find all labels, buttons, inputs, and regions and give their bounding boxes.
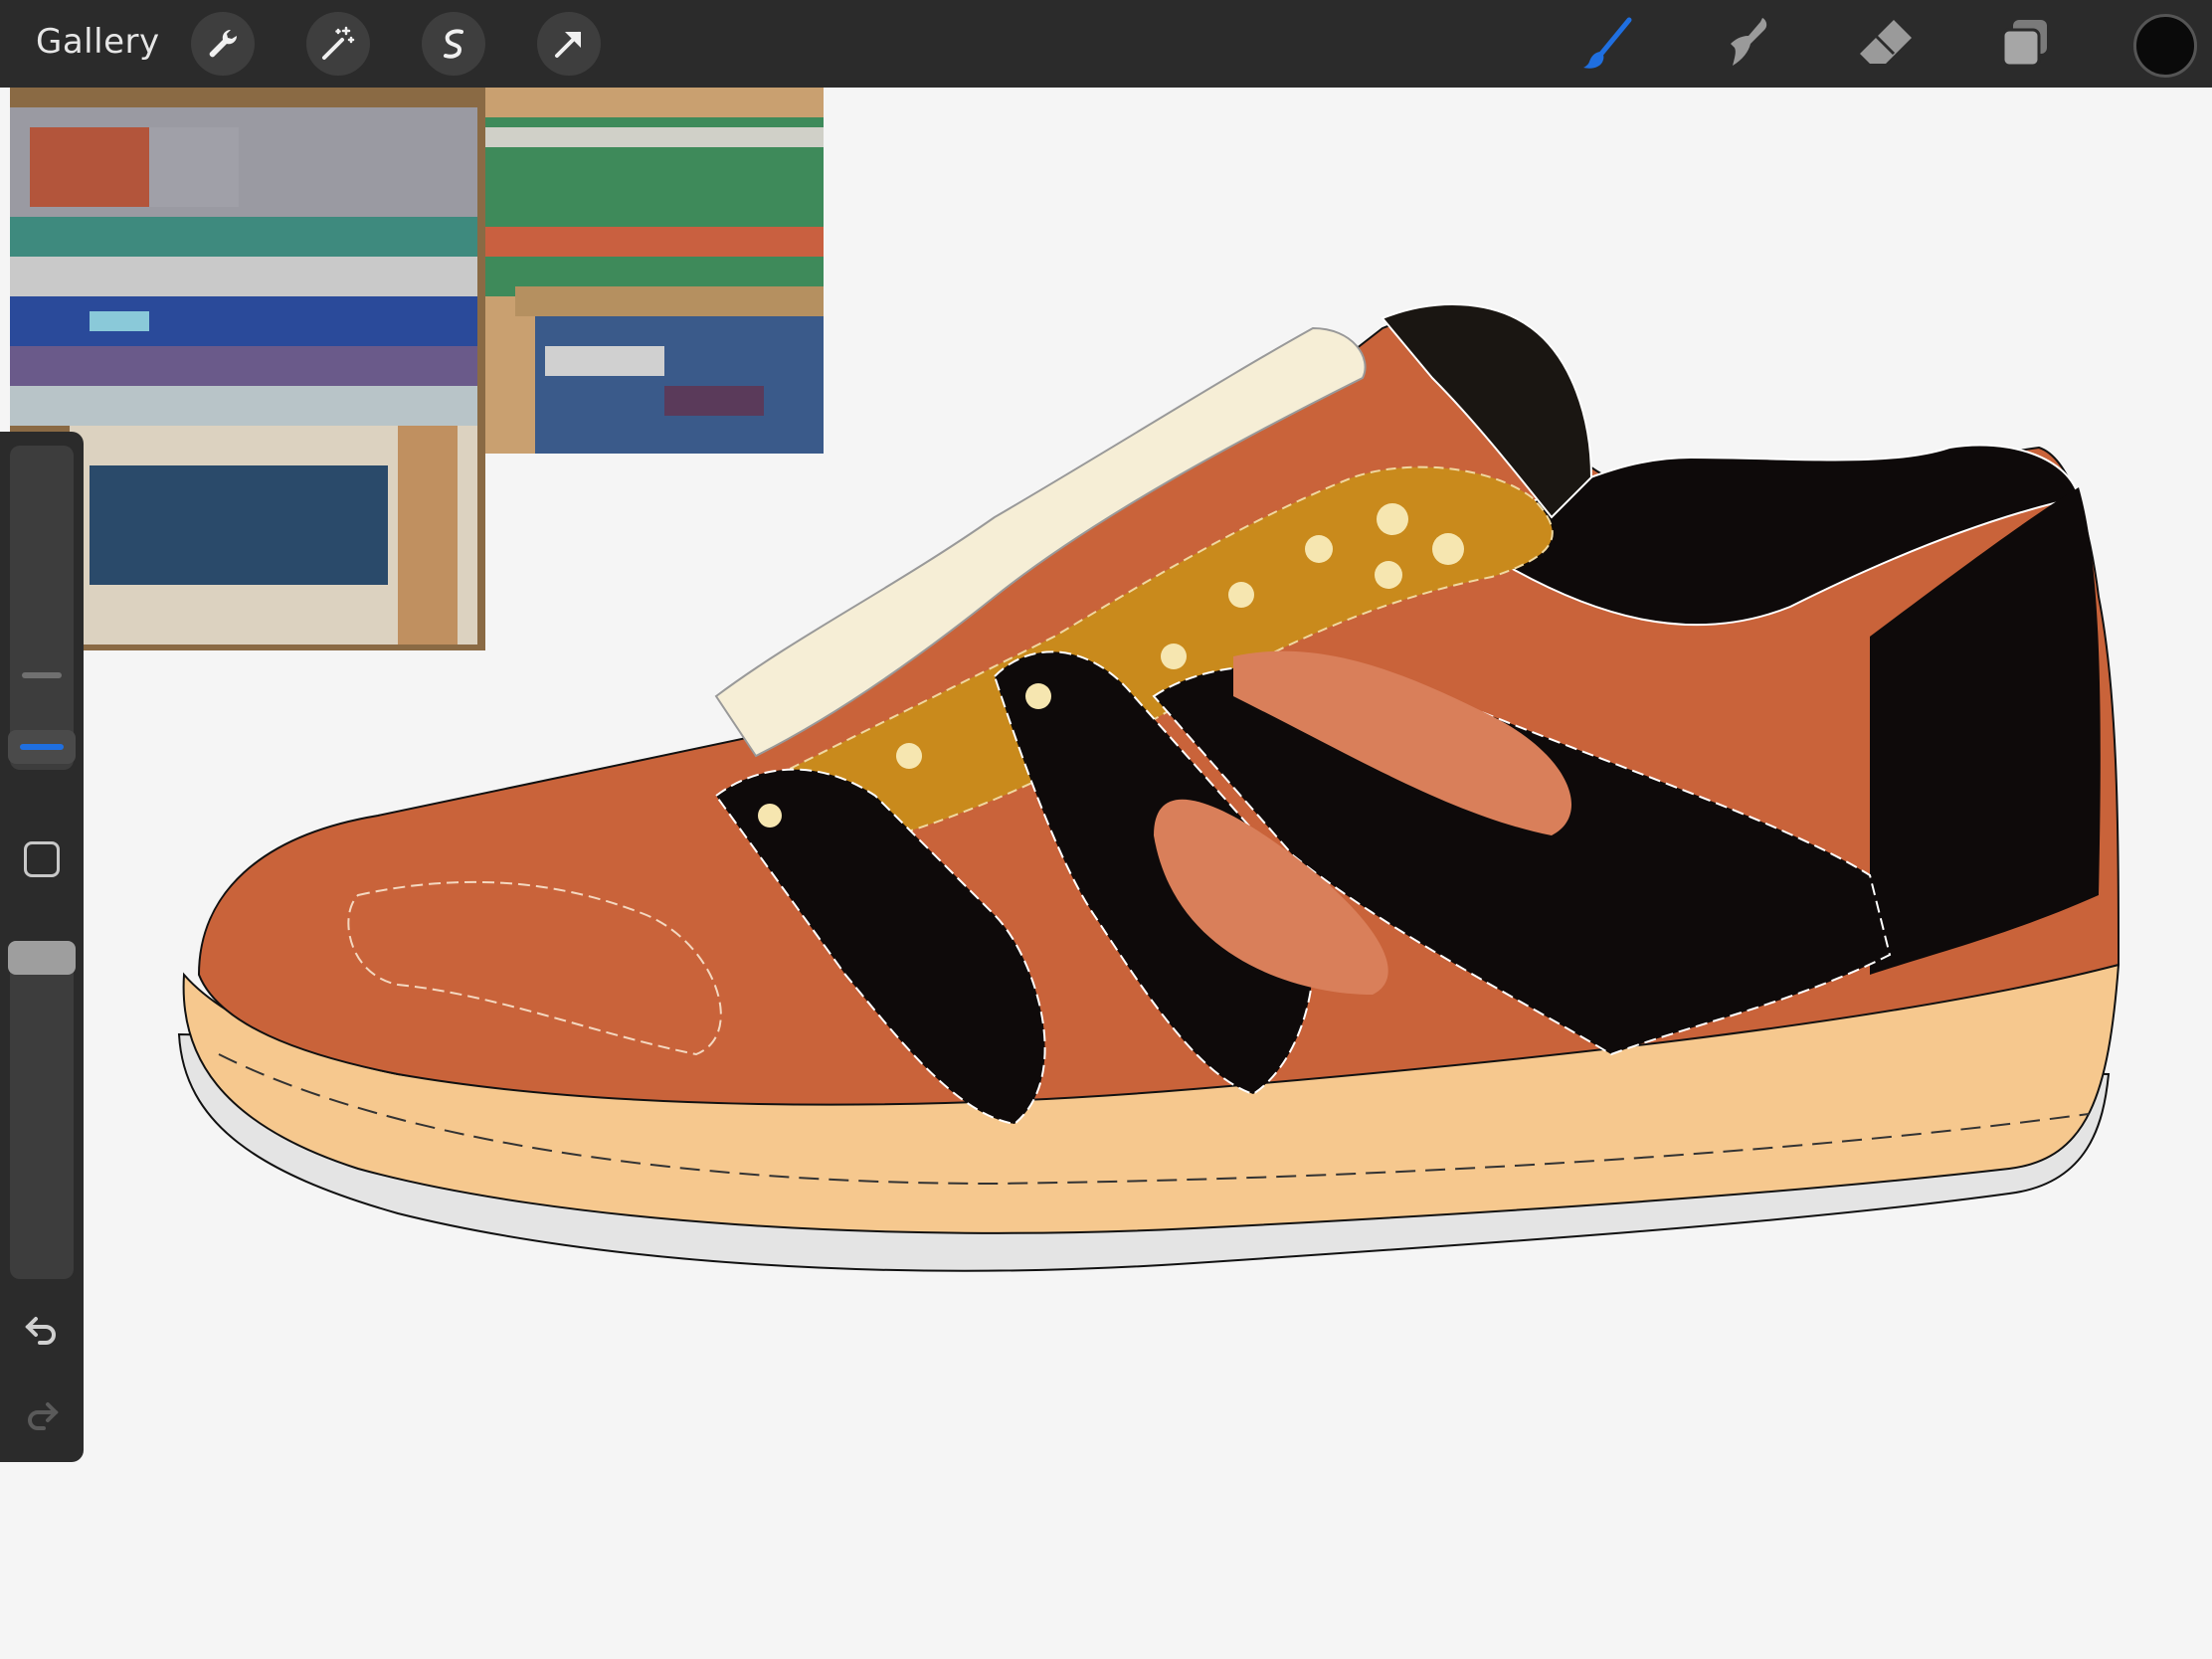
brush-size-indicator [20,744,64,750]
reference-image-blankets-2[interactable] [485,88,824,454]
selection-icon[interactable] [422,12,485,76]
eraser-icon[interactable] [1856,14,1916,74]
undo-icon[interactable] [22,1309,62,1349]
magic-wand-icon[interactable] [306,12,370,76]
smudge-icon[interactable] [1717,14,1776,74]
brush-size-handle[interactable] [8,730,76,764]
top-toolbar: Gallery [0,0,2212,88]
opacity-slider[interactable] [10,941,74,1279]
brush-icon[interactable] [1577,14,1637,74]
opacity-handle[interactable] [8,941,76,975]
redo-icon[interactable] [22,1394,62,1434]
transform-arrow-icon[interactable] [537,12,601,76]
left-sidebar [0,432,84,1462]
wrench-icon[interactable] [191,12,255,76]
layers-icon[interactable] [1995,14,2055,74]
modify-button-square-icon[interactable] [24,841,60,877]
gallery-button[interactable]: Gallery [36,22,160,62]
color-swatch[interactable] [2133,14,2197,78]
slider-tick [22,672,62,678]
brush-size-slider[interactable] [10,446,74,770]
